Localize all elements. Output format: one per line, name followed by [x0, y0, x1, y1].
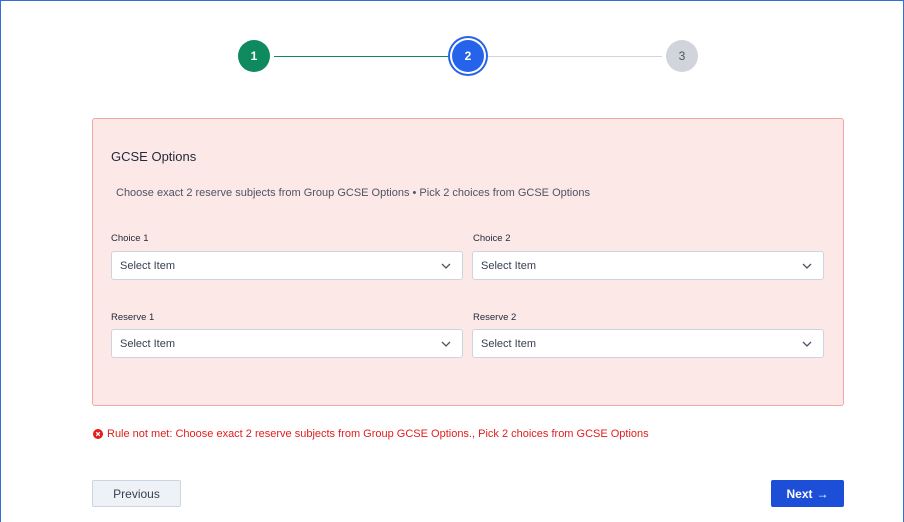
validation-error: Rule not met: Choose exact 2 reserve sub…	[93, 428, 649, 440]
choice-1-label: Choice 1	[111, 233, 149, 244]
choice-1-value: Select Item	[120, 260, 176, 272]
choice-1-select[interactable]: Select Item	[111, 251, 463, 280]
choice-2-value: Select Item	[481, 260, 537, 272]
arrow-right-icon: →	[816, 486, 829, 501]
stepper: 1 2 3	[238, 40, 700, 72]
next-button[interactable]: Next →	[771, 480, 844, 507]
choice-2-label: Choice 2	[473, 233, 511, 244]
choice-2-select[interactable]: Select Item	[472, 251, 824, 280]
step-2[interactable]: 2	[452, 40, 484, 72]
gcse-options-card: GCSE Options Choose exact 2 reserve subj…	[92, 118, 844, 406]
reserve-1-select[interactable]: Select Item	[111, 329, 463, 358]
error-circle-icon	[93, 429, 103, 439]
card-title: GCSE Options	[111, 149, 197, 164]
reserve-2-value: Select Item	[481, 338, 537, 350]
reserve-2-label: Reserve 2	[473, 312, 517, 323]
next-button-label: Next	[786, 486, 813, 501]
chevron-down-icon	[802, 341, 812, 347]
chevron-down-icon	[802, 263, 812, 269]
stepper-connector-upcoming	[488, 56, 662, 57]
reserve-1-label: Reserve 1	[111, 312, 155, 323]
step-3[interactable]: 3	[666, 40, 698, 72]
card-description: Choose exact 2 reserve subjects from Gro…	[116, 187, 590, 199]
reserve-2-select[interactable]: Select Item	[472, 329, 824, 358]
chevron-down-icon	[441, 341, 451, 347]
chevron-down-icon	[441, 263, 451, 269]
step-1[interactable]: 1	[238, 40, 270, 72]
reserve-1-value: Select Item	[120, 338, 176, 350]
previous-button[interactable]: Previous	[92, 480, 181, 507]
error-message: Rule not met: Choose exact 2 reserve sub…	[107, 428, 649, 440]
stepper-connector-completed	[274, 56, 448, 57]
